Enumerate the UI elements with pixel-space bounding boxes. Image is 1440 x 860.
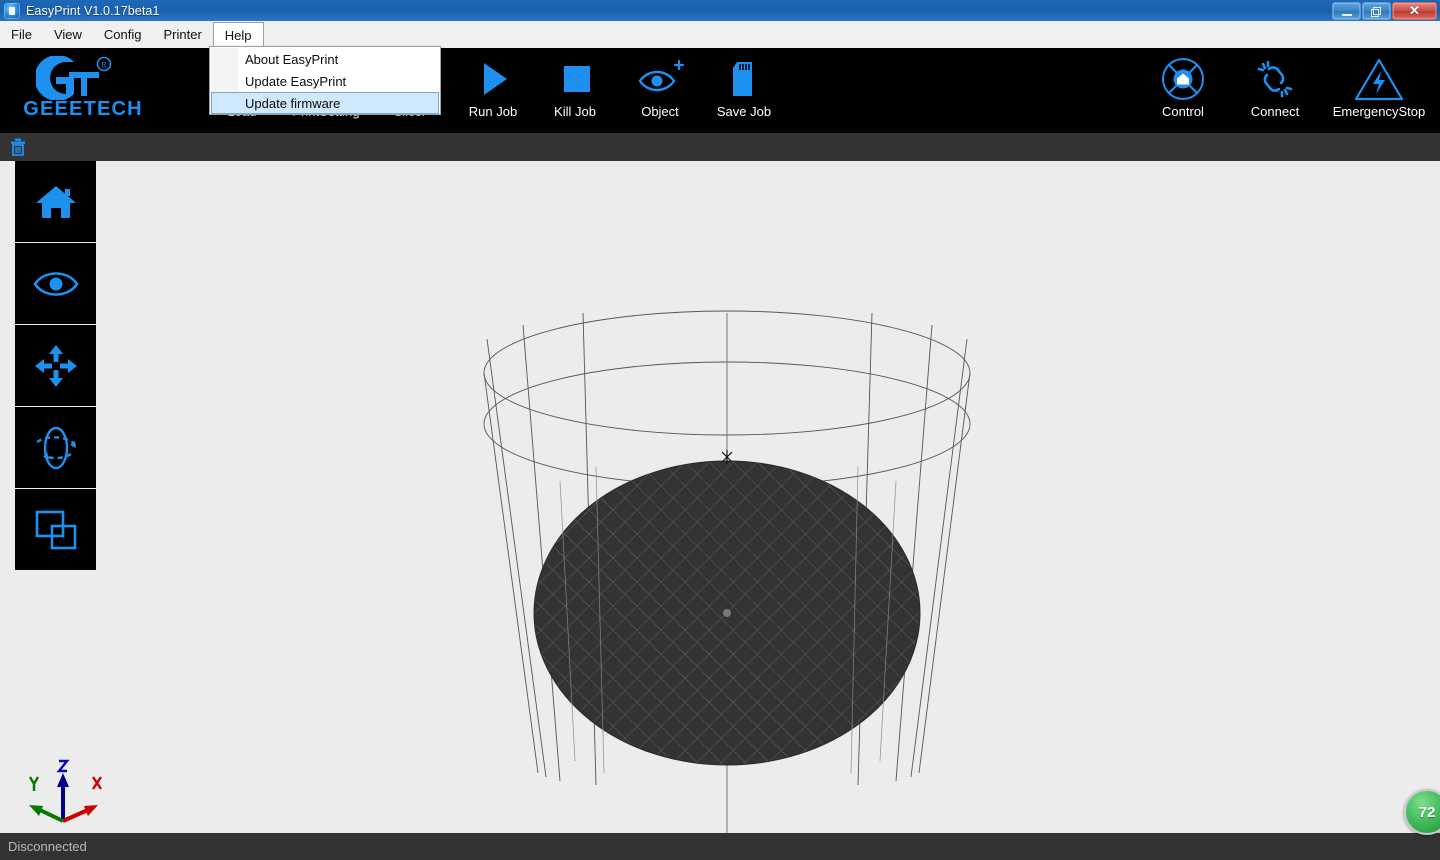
status-badge-value: 72 [1418,803,1436,821]
eye-plus-icon [635,56,685,102]
toolbar-label-save-job: Save Job [716,104,772,119]
warning-bolt-icon [1353,56,1405,102]
toolbar-button-kill-job[interactable]: Kill Job [529,56,621,126]
svg-text:R: R [101,61,107,70]
toolbar-label-kill-job: Kill Job [554,104,596,119]
3d-viewport[interactable] [0,161,1440,833]
menu-config[interactable]: Config [93,21,153,48]
toolbar-button-save-job[interactable]: Save Job [698,56,790,126]
sidebar-item-rotate[interactable] [15,407,96,488]
geeetech-logo-mark: R [36,56,112,100]
sidebar-item-home[interactable] [15,161,96,242]
geeetech-wordmark: GEEETECH [23,98,143,120]
trash-icon[interactable] [8,137,28,157]
menu-item-update-firmware[interactable]: Update firmware [211,92,439,114]
toolbar-label-control: Control [1162,104,1204,119]
toolbar-button-emergency-stop[interactable]: EmergencyStop [1320,56,1438,126]
toolbar-label-run-job: Run Job [468,104,518,119]
axis-y [28,776,64,823]
menu-item-about-easyprint[interactable]: About EasyPrint [211,48,439,70]
move-arrows-icon [34,344,77,387]
app-icon [4,2,20,19]
window-controls: ✕ [1331,1,1437,21]
toolbar-button-control[interactable]: Control [1137,56,1229,126]
object-action-strip [0,133,1440,161]
restore-button[interactable] [1362,1,1391,20]
build-plate [533,460,921,766]
menu-printer[interactable]: Printer [152,21,212,48]
broken-link-icon [1251,56,1299,102]
sidebar-item-move[interactable] [15,325,96,406]
sidebar-item-view[interactable] [15,243,96,324]
connection-status-text: Disconnected [8,839,87,854]
axis-z [56,759,70,821]
minimize-button[interactable] [1332,1,1361,20]
toolbar-button-object[interactable]: Object [614,56,706,126]
control-home-icon [1159,56,1207,102]
menu-file[interactable]: File [0,21,43,48]
toolbar-button-connect[interactable]: Connect [1229,56,1321,126]
rotate-icon [35,426,76,469]
sd-card-icon [722,56,766,102]
play-icon [471,56,515,102]
toolbar-button-run-job[interactable]: Run Job [447,56,539,126]
axis-x [62,776,102,823]
stop-square-icon [553,56,597,102]
toolbar-label-object: Object [641,104,679,119]
eye-icon [32,271,79,296]
scale-copy-icon [35,510,76,549]
toolbar-label-connect: Connect [1250,104,1300,119]
status-bar: Disconnected [0,833,1440,860]
help-dropdown-menu: About EasyPrint Update EasyPrint Update … [209,46,441,115]
close-button[interactable]: ✕ [1392,1,1437,20]
sidebar-item-scale[interactable] [15,489,96,570]
toolbar-label-emergency-stop: EmergencyStop [1332,104,1426,119]
menu-bar: File View Config Printer Help [0,21,1440,48]
home-icon [35,185,76,218]
viewport-tool-sidebar [15,161,96,571]
plate-origin-marker [723,609,731,617]
easyprint-window: EasyPrint V1.0.17beta1 ✕ File View Confi… [0,0,1440,860]
menu-view[interactable]: View [43,21,93,48]
axis-gizmo [28,759,102,823]
delta-build-volume [483,310,971,833]
window-title: EasyPrint V1.0.17beta1 [26,3,160,18]
menu-item-update-easyprint[interactable]: Update EasyPrint [211,70,439,92]
geeetech-logo: R GEEETECH [18,56,148,122]
title-bar: EasyPrint V1.0.17beta1 ✕ [0,0,1440,21]
menu-help[interactable]: Help [212,22,264,48]
